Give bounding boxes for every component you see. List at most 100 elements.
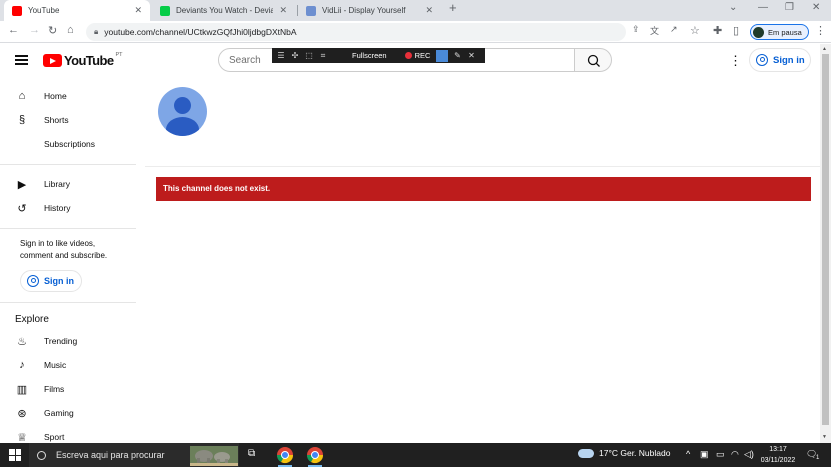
address-bar[interactable]: 🔒︎ youtube.com/channel/UCtkwzGQfJhi0ljdb… [86, 23, 626, 41]
search-button[interactable] [574, 48, 612, 72]
sidebar-item-label: Gaming [44, 408, 74, 418]
deviantart-favicon-icon [160, 5, 170, 16]
recorder-crop-icon[interactable]: ⌗ [316, 51, 330, 61]
home-button-icon[interactable]: ⌂ [67, 24, 74, 36]
browser-tab-strip: YouTube ✕ Deviants You Watch - Deviation… [0, 0, 831, 21]
cloud-icon [578, 448, 594, 458]
films-icon: ▥ [16, 383, 28, 396]
channel-error-banner: This channel does not exist. [156, 177, 811, 201]
tab-vidlii[interactable]: VidLii - Display Yourself ✕ [298, 0, 441, 21]
tab-search-icon[interactable]: ⌄ [729, 2, 737, 13]
logo-text: YouTube [64, 53, 114, 68]
sidebar-item-trending[interactable]: ♨ Trending [0, 329, 145, 353]
sidebar-sign-in-button[interactable]: Sign in [20, 270, 82, 292]
youtube-sidebar: ⌂ Home § Shorts Subscriptions ▶︎ Library… [0, 78, 145, 443]
sidebar-divider [0, 302, 136, 303]
volume-icon[interactable]: ◁) [744, 449, 754, 460]
color-swatch-icon[interactable] [436, 49, 449, 62]
recorder-close-icon[interactable]: ✕ [464, 51, 478, 60]
weather-widget[interactable]: 17°C Ger. Nublado [578, 448, 670, 458]
scroll-up-arrow-icon[interactable]: ▲ [822, 46, 827, 52]
sidebar-item-music[interactable]: ♪ Music [0, 353, 145, 377]
recorder-move-icon[interactable]: ✣ [288, 51, 302, 60]
chrome-profile-taskbar-icon[interactable] [306, 446, 324, 464]
shorts-icon: § [18, 114, 26, 126]
new-tab-button[interactable]: + [449, 0, 457, 15]
recorder-region-icon[interactable]: ⬚ [302, 51, 316, 60]
tray-chevron-icon[interactable]: ^ [686, 449, 690, 459]
battery-icon[interactable]: ▭ [716, 449, 725, 460]
share-icon[interactable]: ↗ [670, 24, 678, 35]
rec-button[interactable]: REC [415, 51, 431, 60]
close-window-button[interactable]: ✕ [812, 2, 820, 13]
translate-icon[interactable]: 文 [650, 24, 659, 37]
windows-start-icon[interactable] [9, 449, 21, 461]
profile-status-label: Em pausa [768, 27, 802, 37]
tab-youtube[interactable]: YouTube ✕ [4, 0, 150, 21]
browser-menu-icon[interactable]: ⋮ [815, 24, 826, 37]
url-text: youtube.com/channel/UCtkwzGQfJhi0ljdbgDX… [104, 27, 297, 37]
record-dot-icon [404, 52, 412, 59]
scroll-down-arrow-icon[interactable]: ▼ [822, 434, 827, 440]
sidebar-item-shorts[interactable]: § Shorts [0, 108, 145, 132]
lock-icon: 🔒︎ [94, 27, 99, 36]
channel-header-divider [145, 166, 820, 167]
pen-icon[interactable]: ✎ [450, 51, 464, 60]
sidebar-item-history[interactable]: ↺ History [0, 196, 145, 220]
sign-in-label: Sign in [773, 54, 805, 66]
youtube-favicon-icon [12, 5, 22, 16]
install-app-icon[interactable]: ⇪ [632, 24, 640, 35]
sidebar-item-films[interactable]: ▥ Films [0, 377, 145, 401]
recorder-menu-icon[interactable]: ☰ [274, 51, 288, 60]
sidebar-item-label: Home [44, 91, 67, 101]
tab-title: YouTube [28, 6, 60, 15]
hamburger-menu-icon[interactable] [15, 55, 28, 65]
sidebar-item-label: Films [44, 384, 65, 394]
screen-recorder-toolbar: ☰ ✣ ⬚ ⌗ Fullscreen REC ✎ ✕ [272, 48, 485, 63]
close-tab-icon[interactable]: ✕ [425, 5, 433, 16]
taskbar-clock[interactable]: 13:17 03/11/2022 [758, 444, 798, 466]
restore-button[interactable]: ❐ [785, 2, 794, 13]
chrome-taskbar-icon[interactable] [276, 446, 294, 464]
sport-icon: ♕ [17, 431, 27, 444]
vidlii-favicon-icon [306, 5, 316, 16]
reload-icon[interactable]: ↻ [48, 24, 57, 37]
bookmark-star-icon[interactable]: ☆ [690, 24, 700, 37]
sidebar-item-label: Music [44, 360, 67, 370]
tab-title: Deviants You Watch - Deviations [176, 6, 274, 15]
forward-arrow-icon[interactable]: → [29, 24, 40, 36]
sidebar-item-label: Subscriptions [44, 139, 96, 149]
channel-avatar [158, 87, 207, 136]
fullscreen-button[interactable]: Fullscreen [352, 51, 387, 60]
sidebar-item-home[interactable]: ⌂ Home [0, 84, 145, 108]
tab-deviantart[interactable]: Deviants You Watch - Deviations ✕ [152, 0, 295, 21]
sign-in-prompt: Sign in to like videos, comment and subs… [20, 239, 108, 260]
profile-button[interactable]: Em pausa [750, 24, 809, 40]
sidebar-item-sport[interactable]: ♕ Sport [0, 425, 145, 444]
sign-in-button[interactable]: Sign in [749, 48, 811, 72]
sidebar-item-subscriptions[interactable]: Subscriptions [0, 132, 145, 156]
history-icon: ↺ [17, 202, 27, 215]
taskbar-search-placeholder: Escreva aqui para procurar [56, 450, 165, 460]
music-icon: ♪ [19, 359, 25, 371]
tab-title: VidLii - Display Yourself [322, 6, 406, 15]
extensions-icon[interactable]: ✚ [713, 24, 722, 37]
settings-menu-icon[interactable]: ⋮ [729, 53, 742, 69]
explore-heading: Explore [15, 314, 49, 325]
task-view-icon[interactable]: ⧉ [248, 448, 255, 459]
youtube-logo[interactable]: YouTube PT [43, 52, 123, 68]
tray-app-icon[interactable]: ▣ [700, 449, 709, 460]
minimize-button[interactable]: — [758, 2, 768, 13]
search-icon [587, 54, 600, 67]
sidebar-item-gaming[interactable]: ⊛ Gaming [0, 401, 145, 425]
sidebar-item-library[interactable]: ▶︎ Library [0, 172, 145, 196]
close-tab-icon[interactable]: ✕ [279, 5, 287, 16]
side-panel-icon[interactable]: ▯ [733, 24, 739, 37]
sidebar-item-label: Library [44, 179, 70, 189]
back-arrow-icon[interactable]: ← [8, 24, 19, 36]
gaming-icon: ⊛ [17, 407, 27, 420]
close-tab-icon[interactable]: ✕ [134, 5, 142, 16]
scrollbar-thumb[interactable] [822, 54, 829, 425]
wifi-icon[interactable]: ◠ [731, 449, 739, 460]
clock-date: 03/11/2022 [760, 457, 796, 464]
